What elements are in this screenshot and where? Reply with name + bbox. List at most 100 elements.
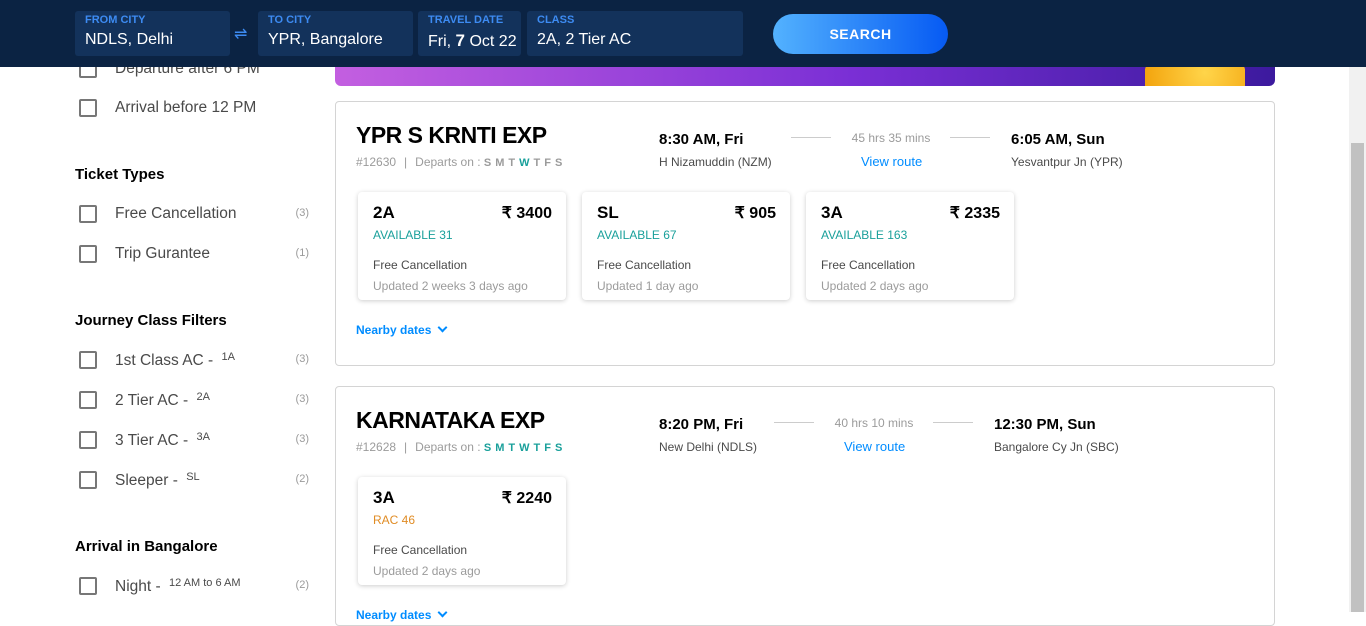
filter-label: Trip Gurantee bbox=[115, 245, 211, 262]
checkbox[interactable] bbox=[79, 351, 97, 369]
chevron-down-icon bbox=[437, 322, 448, 333]
class-code: SL bbox=[597, 203, 619, 222]
checkbox[interactable] bbox=[79, 471, 97, 489]
checkbox[interactable] bbox=[79, 245, 97, 263]
field-label: CLASS bbox=[537, 14, 575, 26]
availability: RAC 46 bbox=[373, 513, 416, 527]
run-days: SMTWTFS bbox=[483, 442, 563, 454]
filter-class-2a[interactable]: 2 Tier AC - 2A (3) bbox=[79, 391, 309, 411]
filter-count: (2) bbox=[295, 579, 309, 591]
filter-count: (3) bbox=[295, 353, 309, 365]
checkbox[interactable] bbox=[79, 99, 97, 117]
coins-illustration bbox=[1145, 64, 1245, 86]
filter-label: Arrival before 12 PM bbox=[115, 99, 257, 116]
duration-line bbox=[950, 137, 990, 138]
train-card: KARNATAKA EXP #12628 | Departs on : SMTWTF… bbox=[335, 386, 1275, 626]
fare-price: ₹ 3400 bbox=[501, 205, 552, 222]
class-code: 2A bbox=[373, 203, 395, 222]
from-city-field[interactable]: FROM CITY NDLS, Delhi bbox=[75, 11, 230, 56]
chevron-down-icon bbox=[437, 607, 448, 618]
departure-time: 8:30 AM, Fri bbox=[659, 131, 744, 148]
free-cancellation-note: Free Cancellation bbox=[373, 258, 468, 272]
duration: 40 hrs 10 mins bbox=[834, 416, 914, 430]
arrival-station: Bangalore Cy Jn (SBC) bbox=[994, 440, 1119, 454]
filter-count: (1) bbox=[295, 247, 309, 259]
filter-label: Free Cancellation bbox=[115, 205, 237, 222]
travel-date-field[interactable]: TRAVEL DATE Fri, 7 Oct 22 bbox=[418, 11, 521, 56]
fare-price: ₹ 2240 bbox=[501, 490, 552, 507]
free-cancellation-note: Free Cancellation bbox=[373, 543, 468, 557]
duration-line bbox=[933, 422, 973, 423]
field-label: FROM CITY bbox=[85, 14, 146, 26]
train-number: #12628 bbox=[356, 440, 397, 454]
field-value: NDLS, Delhi bbox=[85, 31, 174, 48]
field-value: 2A, 2 Tier AC bbox=[537, 31, 632, 48]
arrival-station: Yesvantpur Jn (YPR) bbox=[1011, 155, 1123, 169]
free-cancellation-note: Free Cancellation bbox=[821, 258, 916, 272]
filter-class-3a[interactable]: 3 Tier AC - 3A (3) bbox=[79, 431, 309, 451]
fare-price: ₹ 905 bbox=[734, 205, 776, 222]
class-code: 3A bbox=[373, 488, 395, 507]
departs-label: Departs on : bbox=[415, 440, 481, 454]
duration-line bbox=[774, 422, 814, 423]
filter-count: (3) bbox=[295, 433, 309, 445]
filter-class-sl[interactable]: Sleeper - SL (2) bbox=[79, 471, 309, 491]
swap-icon[interactable]: ⇌ bbox=[234, 24, 247, 44]
arrival-title: Arrival in Bangalore bbox=[75, 538, 218, 555]
fare-card-3a[interactable]: 3A ₹ 2240 RAC 46 Free Cancellation Updat… bbox=[358, 477, 566, 585]
filter-label: 2 Tier AC - 2A bbox=[115, 391, 210, 409]
train-number: #12630 bbox=[356, 155, 397, 169]
train-meta: #12628 | Departs on : SMTWTFS bbox=[356, 440, 566, 454]
nearby-dates-toggle[interactable]: Nearby dates bbox=[356, 607, 448, 622]
updated-time: Updated 2 weeks 3 days ago bbox=[373, 279, 528, 293]
filter-trip-guarantee[interactable]: Trip Gurantee (1) bbox=[79, 245, 309, 265]
departs-label: Departs on : bbox=[415, 155, 481, 169]
filter-free-cancellation[interactable]: Free Cancellation (3) bbox=[79, 205, 309, 225]
search-button[interactable]: SEARCH bbox=[773, 14, 948, 54]
departure-time: 8:20 PM, Fri bbox=[659, 416, 744, 433]
filter-label: Night - 12 AM to 6 AM bbox=[115, 577, 241, 595]
train-name: YPR S KRNTI EXP bbox=[356, 122, 547, 148]
filter-count: (3) bbox=[295, 207, 309, 219]
availability: AVAILABLE 163 bbox=[821, 228, 908, 242]
class-code: 3A bbox=[821, 203, 843, 222]
filter-label: Sleeper - SL bbox=[115, 471, 200, 489]
filter-class-1a[interactable]: 1st Class AC - 1A (3) bbox=[79, 351, 309, 371]
filter-label: 1st Class AC - 1A bbox=[115, 351, 235, 369]
nearby-dates-toggle[interactable]: Nearby dates bbox=[356, 322, 448, 337]
checkbox[interactable] bbox=[79, 577, 97, 595]
filter-count: (2) bbox=[295, 473, 309, 485]
train-meta: #12630 | Departs on : SMTWTFS bbox=[356, 155, 566, 169]
departure-station: H Nizamuddin (NZM) bbox=[659, 155, 772, 169]
updated-time: Updated 1 day ago bbox=[597, 279, 699, 293]
fare-price: ₹ 2335 bbox=[949, 205, 1000, 222]
fare-card-3a[interactable]: 3A ₹ 2335 AVAILABLE 163 Free Cancellatio… bbox=[806, 192, 1014, 300]
arrival-time: 12:30 PM, Sun bbox=[994, 416, 1096, 433]
field-value: Fri, 7 Oct 22 bbox=[428, 31, 517, 50]
fare-card-2a[interactable]: 2A ₹ 3400 AVAILABLE 31 Free Cancellation… bbox=[358, 192, 566, 300]
scrollbar-thumb[interactable] bbox=[1351, 143, 1364, 612]
page-scrollbar[interactable] bbox=[1349, 67, 1366, 612]
to-city-field[interactable]: TO CITY YPR, Bangalore bbox=[258, 11, 413, 56]
run-days: SMTWTFS bbox=[483, 157, 563, 169]
search-header: FROM CITY NDLS, Delhi ⇌ TO CITY YPR, Ban… bbox=[0, 0, 1366, 67]
field-label: TRAVEL DATE bbox=[428, 14, 504, 26]
train-name: KARNATAKA EXP bbox=[356, 407, 545, 433]
duration-line bbox=[791, 137, 831, 138]
field-value: YPR, Bangalore bbox=[268, 31, 383, 48]
fare-card-sl[interactable]: SL ₹ 905 AVAILABLE 67 Free Cancellation … bbox=[582, 192, 790, 300]
checkbox[interactable] bbox=[79, 391, 97, 409]
field-label: TO CITY bbox=[268, 14, 312, 26]
availability: AVAILABLE 31 bbox=[373, 228, 453, 242]
checkbox[interactable] bbox=[79, 431, 97, 449]
duration: 45 hrs 35 mins bbox=[851, 131, 931, 145]
train-card: YPR S KRNTI EXP #12630 | Departs on : SMTW… bbox=[335, 101, 1275, 366]
checkbox[interactable] bbox=[79, 205, 97, 223]
view-route-link[interactable]: View route bbox=[861, 154, 922, 169]
filter-arrival-night[interactable]: Night - 12 AM to 6 AM (2) bbox=[79, 577, 309, 597]
updated-time: Updated 2 days ago bbox=[821, 279, 929, 293]
filter-count: (3) bbox=[295, 393, 309, 405]
class-field[interactable]: CLASS 2A, 2 Tier AC bbox=[527, 11, 743, 56]
view-route-link[interactable]: View route bbox=[844, 439, 905, 454]
filter-arrival-before-12pm[interactable]: Arrival before 12 PM bbox=[79, 99, 309, 119]
